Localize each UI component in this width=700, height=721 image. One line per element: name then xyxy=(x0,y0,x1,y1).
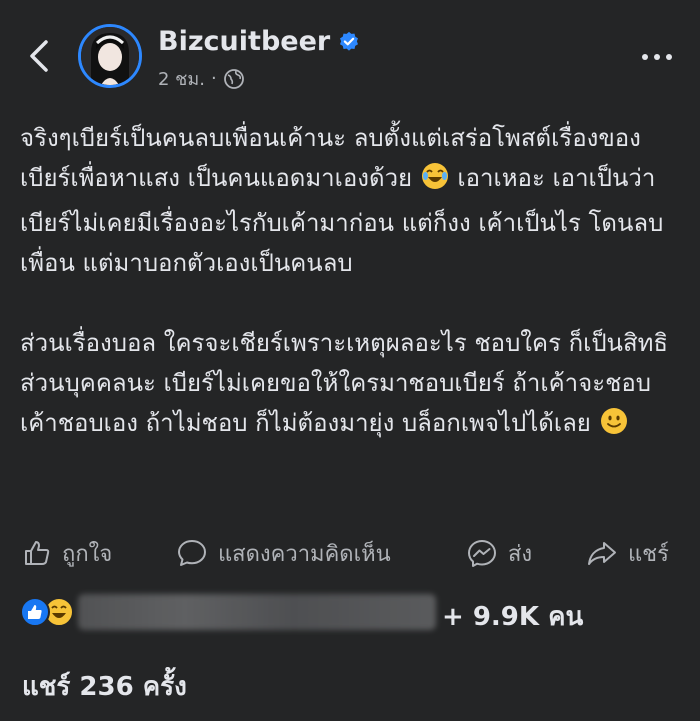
comment-button[interactable]: แสดงความคิดเห็น xyxy=(176,530,391,576)
smiling-emoji-icon xyxy=(599,406,629,448)
avatar-image xyxy=(81,27,139,85)
messenger-icon xyxy=(468,540,496,567)
more-dot-icon xyxy=(666,54,672,60)
back-arrow-icon[interactable] xyxy=(26,38,52,74)
post-time[interactable]: 2 ชม. xyxy=(158,64,205,93)
like-reaction-icon xyxy=(20,597,50,627)
comment-bubble-icon xyxy=(178,540,206,566)
reactions-summary[interactable] xyxy=(18,592,78,632)
post-meta: 2 ชม. · xyxy=(158,64,245,93)
send-button[interactable]: ส่ง xyxy=(466,530,532,576)
post-text-2: ส่วนเรื่องบอล ใครจะเชียร์เพราะเหตุผลอะไร… xyxy=(20,329,669,437)
author-name[interactable]: Bizcuitbeer xyxy=(158,26,330,57)
share-count[interactable]: แชร์ 236 ครั้ง xyxy=(22,666,187,707)
more-dot-icon xyxy=(654,54,660,60)
laughing-emoji-icon xyxy=(420,161,450,203)
more-dot-icon xyxy=(642,54,648,60)
more-options-button[interactable] xyxy=(642,54,672,60)
meta-separator: · xyxy=(210,68,217,89)
post-paragraph-2: ส่วนเรื่องบอล ใครจะเชียร์เพราะเหตุผลอะไร… xyxy=(20,323,685,448)
comment-label: แสดงความคิดเห็น xyxy=(218,541,391,567)
send-label: ส่ง xyxy=(508,541,533,567)
verified-badge-icon xyxy=(340,31,359,51)
like-label: ถูกใจ xyxy=(62,541,113,567)
author-row: Bizcuitbeer xyxy=(158,26,360,57)
post-header: Bizcuitbeer 2 ชม. · xyxy=(0,0,700,110)
post-paragraph-1: จริงๆเบียร์เป็นคนลบเพื่อนเค้านะ ลบตั้งแต… xyxy=(20,118,685,283)
post-body: จริงๆเบียร์เป็นคนลบเพื่อนเค้านะ ลบตั้งแต… xyxy=(20,118,685,448)
avatar[interactable] xyxy=(78,24,142,88)
reaction-count[interactable]: + 9.9K คน xyxy=(442,596,583,637)
action-bar: ถูกใจ แสดงความคิดเห็น ส่ง แชร์ xyxy=(0,530,700,576)
like-button[interactable]: ถูกใจ xyxy=(22,530,112,576)
globe-icon xyxy=(223,68,244,89)
share-label: แชร์ xyxy=(628,541,669,567)
reaction-icons xyxy=(18,595,78,629)
thumbs-up-icon xyxy=(25,541,50,565)
blurred-reactor-names xyxy=(78,594,436,630)
share-button[interactable]: แชร์ xyxy=(586,530,669,576)
share-arrow-icon xyxy=(588,542,616,565)
